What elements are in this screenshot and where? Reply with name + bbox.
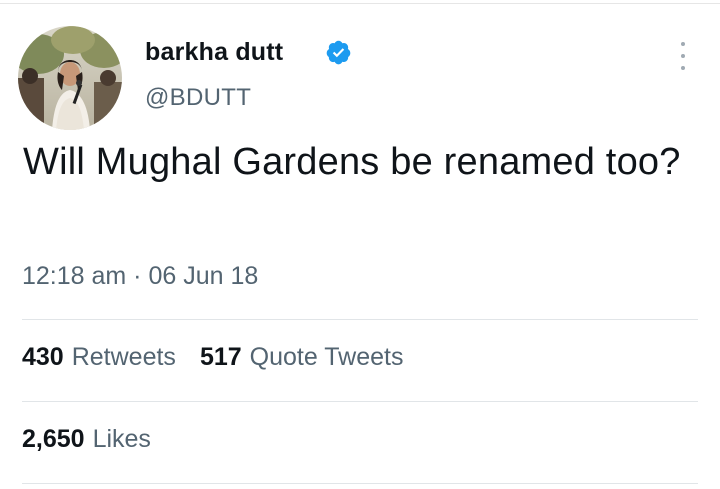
more-dot bbox=[681, 66, 685, 70]
retweets-label: Retweets bbox=[71, 343, 176, 371]
likes-count: 2,650 bbox=[22, 425, 85, 453]
likes-label: Likes bbox=[92, 425, 151, 453]
more-dot bbox=[681, 54, 685, 58]
quote-tweets-label: Quote Tweets bbox=[249, 343, 404, 371]
more-dot bbox=[681, 42, 685, 46]
engagement-stats: 430 Retweets 517 Quote Tweets bbox=[22, 343, 427, 372]
divider bbox=[22, 319, 698, 320]
tweet-text: Will Mughal Gardens be renamed too? bbox=[23, 141, 681, 183]
quote-tweets-count: 517 bbox=[199, 343, 242, 371]
author-handle[interactable]: @BDUTT bbox=[145, 84, 251, 112]
more-options-icon[interactable] bbox=[674, 42, 692, 70]
retweets-count: 430 bbox=[22, 343, 64, 371]
likes-stat[interactable]: 2,650 Likes bbox=[22, 425, 151, 454]
avatar[interactable] bbox=[18, 26, 122, 130]
divider bbox=[22, 483, 698, 484]
tweet-timestamp[interactable]: 12:18 am · 06 Jun 18 bbox=[22, 262, 258, 291]
retweets-stat[interactable]: 430 Retweets bbox=[22, 343, 176, 372]
avatar-photo bbox=[18, 26, 122, 130]
verified-badge-icon bbox=[326, 40, 351, 65]
likes-stats: 2,650 Likes bbox=[22, 425, 175, 454]
top-divider bbox=[0, 3, 720, 4]
quote-tweets-stat[interactable]: 517 Quote Tweets bbox=[200, 343, 404, 372]
divider bbox=[22, 401, 698, 402]
author-display-name[interactable]: barkha dutt bbox=[145, 38, 283, 67]
